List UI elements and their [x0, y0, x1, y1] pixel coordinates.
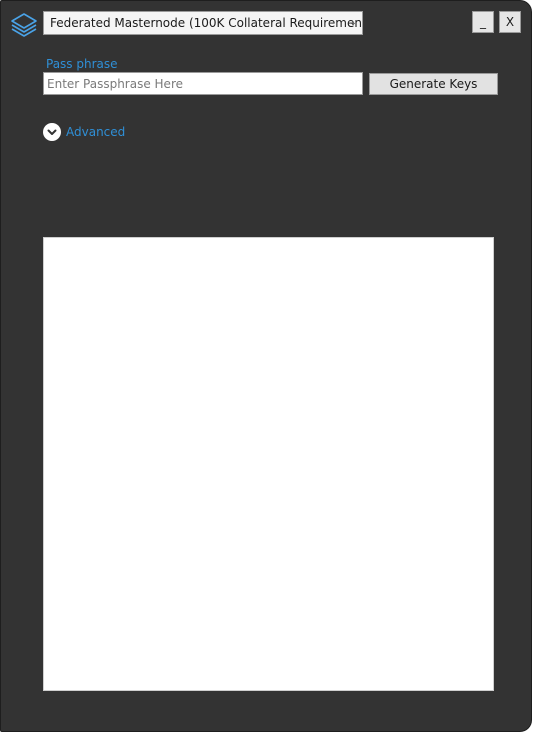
app-window: Federated Masternode (100K Collateral Re…	[0, 0, 532, 732]
passphrase-input[interactable]	[43, 72, 363, 95]
generate-keys-button[interactable]: Generate Keys	[369, 73, 498, 95]
network-select-value: Federated Masternode (100K Collateral Re…	[50, 16, 363, 30]
chevron-circle-down-icon[interactable]	[43, 123, 61, 141]
advanced-label[interactable]: Advanced	[66, 125, 125, 139]
passphrase-label: Pass phrase	[46, 57, 118, 71]
network-select[interactable]: Federated Masternode (100K Collateral Re…	[43, 11, 363, 35]
minimize-button[interactable]: _	[472, 11, 494, 33]
stacked-layers-icon	[9, 9, 39, 39]
close-button[interactable]: X	[499, 11, 521, 33]
chevron-down-icon: ⌄	[349, 18, 357, 28]
keys-output-area[interactable]	[43, 237, 494, 691]
advanced-toggle[interactable]: Advanced	[43, 123, 125, 141]
